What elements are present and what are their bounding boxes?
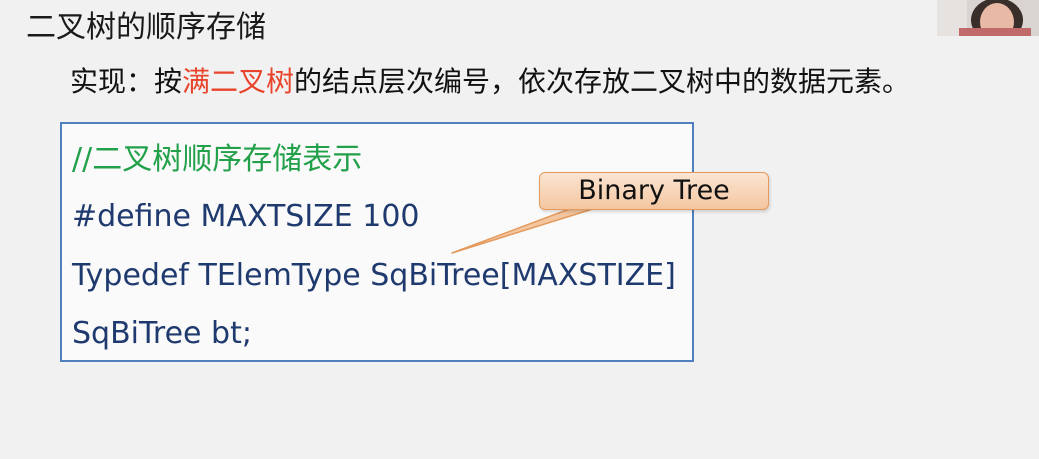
- subtitle: 实现：按满二叉树的结点层次编号，依次存放二叉树中的数据元素。: [70, 62, 910, 102]
- presenter-webcam: [937, 0, 1039, 36]
- subtitle-prefix: 实现：按: [70, 65, 183, 98]
- subtitle-highlight: 满二叉树: [182, 65, 295, 98]
- slide-title: 二叉树的顺序存储: [26, 10, 266, 45]
- code-decl-line: SqBiTree bt;: [72, 316, 252, 351]
- code-typedef-line: Typedef TElemType SqBiTree[MAXSTIZE]: [72, 258, 676, 293]
- code-box: //二叉树顺序存储表示 #define MAXTSIZE 100 Typedef…: [60, 122, 694, 362]
- presenter-image: [937, 0, 1039, 36]
- code-define-line: #define MAXTSIZE 100: [72, 199, 420, 234]
- code-comment-line: //二叉树顺序存储表示: [72, 142, 363, 177]
- subtitle-suffix: 的结点层次编号，依次存放二叉树中的数据元素。: [294, 65, 911, 98]
- callout-binary-tree: Binary Tree: [539, 172, 769, 210]
